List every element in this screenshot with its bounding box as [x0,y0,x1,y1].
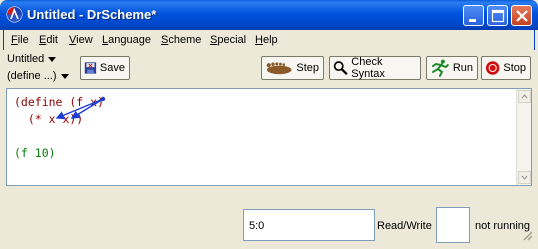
menu-special[interactable]: Special [210,34,246,46]
menu-file[interactable]: File [11,34,29,46]
menu-language[interactable]: Language [102,34,151,46]
status-bar: 5:0 Read/Write not running [3,187,535,245]
title-bar[interactable]: Untitled - DrScheme* [0,0,538,30]
binding-arrow-1 [55,98,104,120]
chevron-up-icon [521,94,528,99]
cursor-position-field: 5:0 [243,209,375,241]
check-syntax-button[interactable]: Check Syntax [329,56,421,80]
binding-arrow-2 [70,98,104,119]
binding-arrows [55,96,106,120]
cursor-position: 5:0 [249,220,265,232]
save-label: Save [99,62,125,74]
minimize-icon [469,19,476,22]
maximize-icon [491,9,505,23]
menu-bar: File Edit View Language Scheme Special H… [3,30,535,50]
run-label: Run [452,62,473,74]
close-icon [516,10,528,22]
run-button[interactable]: Run [426,56,478,80]
running-indicator [436,207,470,243]
menu-scheme[interactable]: Scheme [161,34,201,46]
close-button[interactable] [511,5,532,26]
file-name-label: Untitled [7,53,45,65]
check-syntax-label: Check Syntax [351,56,385,80]
scroll-up-button[interactable] [518,90,531,103]
file-name-menu[interactable]: Untitled [7,53,57,65]
resize-grip-icon[interactable] [521,229,533,241]
magnifier-icon [333,61,348,76]
foot-icon [266,62,292,75]
define-menu-label: (define ...) [7,70,57,82]
code-line-4: (f 10) [14,146,56,160]
chevron-down-icon [48,56,57,62]
save-disk-icon [84,62,97,74]
window-title: Untitled - DrScheme* [27,7,157,22]
define-menu[interactable]: (define ...) [7,70,69,82]
running-man-icon [431,59,449,77]
maximize-button[interactable] [487,5,508,26]
save-button[interactable]: Save [80,56,130,80]
definitions-editor[interactable]: (define (f x) (* x x)) (f 10) [6,88,532,186]
menu-edit[interactable]: Edit [39,34,58,46]
minimize-button[interactable] [463,5,484,26]
chevron-down-icon [521,175,528,180]
stop-label: Stop [503,62,526,74]
chevron-down-icon [60,73,69,79]
stop-icon [485,61,500,75]
read-write-status: Read/Write [377,220,432,232]
stop-button[interactable]: Stop [481,56,531,80]
step-label: Step [296,62,319,74]
drscheme-logo-icon [6,6,23,23]
step-button[interactable]: Step [261,56,324,80]
menu-help[interactable]: Help [255,34,278,46]
vertical-scrollbar[interactable] [516,89,531,185]
toolbar: Untitled (define ...) Save Step Check Sy… [3,50,535,88]
scroll-down-button[interactable] [518,171,531,184]
menu-view[interactable]: View [69,34,93,46]
